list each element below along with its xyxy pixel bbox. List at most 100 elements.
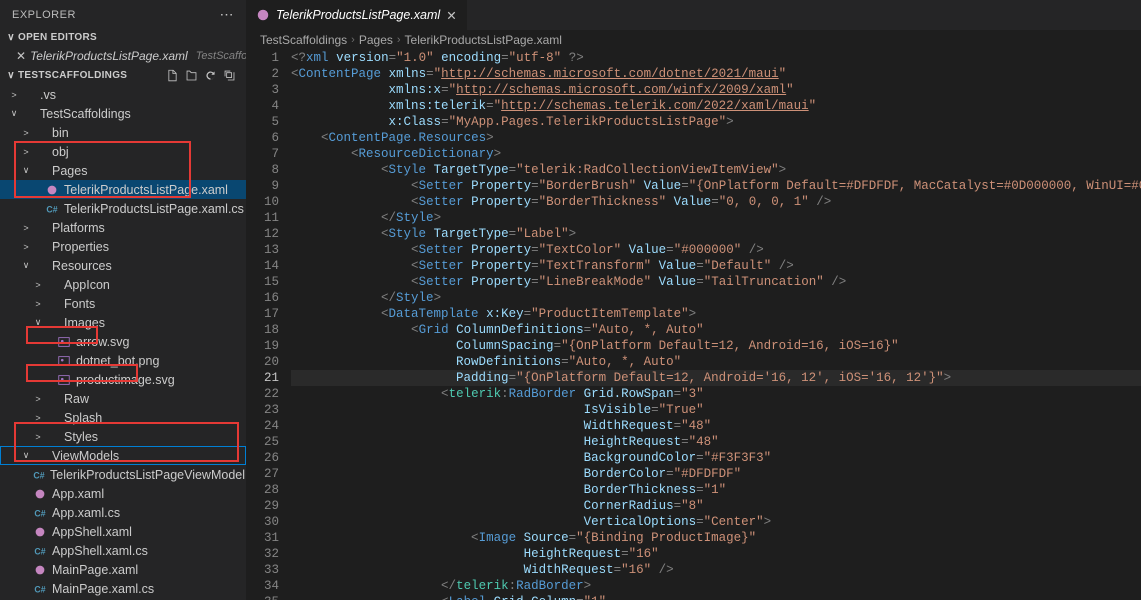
file-icon — [32, 487, 48, 501]
editor-area: TelerikProductsListPage.xaml ✕ TestScaff… — [246, 0, 1141, 600]
tree-item[interactable]: ∨ViewModels — [0, 446, 246, 465]
tree-item-label: Fonts — [64, 297, 95, 311]
tree-item[interactable]: arrow.svg — [0, 332, 246, 351]
tree-item[interactable]: C# TelerikProductsListPage.xaml.cs — [0, 199, 246, 218]
chevron-icon: ∨ — [20, 450, 32, 461]
tree-item-label: Platforms — [52, 221, 105, 235]
chevron-icon: ∨ — [32, 317, 44, 328]
close-icon[interactable]: ✕ — [16, 49, 26, 63]
chevron-icon: > — [32, 280, 44, 290]
chevron-icon: > — [32, 394, 44, 404]
tree-item-label: productimage.svg — [76, 373, 175, 387]
tree-item-label: App.xaml.cs — [52, 506, 120, 520]
tree-item[interactable]: C#AppShell.xaml.cs — [0, 541, 246, 560]
svg-text:C#: C# — [34, 584, 45, 594]
tree-item[interactable]: > AppIcon — [0, 275, 246, 294]
chevron-icon: > — [20, 223, 32, 233]
tree-item[interactable]: C# MainPage.xaml.cs — [0, 579, 246, 598]
tree-item[interactable]: App.xaml — [0, 484, 246, 503]
breadcrumb-separator: › — [397, 34, 401, 46]
tree-item[interactable]: dotnet_bot.png — [0, 351, 246, 370]
svg-text:C#: C# — [33, 470, 44, 480]
tree-item-label: obj — [52, 145, 69, 159]
new-file-icon[interactable] — [166, 69, 179, 82]
file-icon: C# — [44, 202, 60, 216]
tree-item-label: AppIcon — [64, 278, 110, 292]
tree-item[interactable]: ∨ Images — [0, 313, 246, 332]
chevron-down-icon: ∨ — [4, 32, 18, 43]
tree-item[interactable]: > Fonts — [0, 294, 246, 313]
tree-item-label: App.xaml — [52, 487, 104, 501]
tree-item[interactable]: productimage.svg — [0, 370, 246, 389]
tree-item-label: TestScaffoldings — [40, 107, 131, 121]
chevron-icon: > — [20, 242, 32, 252]
xaml-icon — [256, 8, 270, 22]
tree-item[interactable]: ∨ TestScaffoldings — [0, 104, 246, 123]
tree-item[interactable]: >.vs — [0, 85, 246, 104]
explorer-sidebar: EXPLORER ⋯ ∨ OPEN EDITORS ✕ TelerikProdu… — [0, 0, 246, 600]
chevron-icon: > — [20, 128, 32, 138]
code-editor[interactable]: 1234567891011121314151617181920212223242… — [246, 50, 1141, 600]
tree-item[interactable]: C# TelerikProductsListPageViewModel.cs — [0, 465, 246, 484]
svg-text:C#: C# — [34, 546, 45, 556]
tree-item[interactable]: > obj — [0, 142, 246, 161]
file-icon — [32, 563, 48, 577]
tree-item-label: MainPage.xaml — [52, 563, 138, 577]
breadcrumb[interactable]: TestScaffoldings › Pages › TelerikProductsLi… — [246, 30, 1141, 50]
project-header[interactable]: ∨ TESTSCAFFOLDINGS — [0, 66, 246, 85]
chevron-icon: ∨ — [8, 108, 20, 119]
open-editors-header[interactable]: ∨ OPEN EDITORS — [0, 29, 246, 46]
chevron-icon: > — [32, 299, 44, 309]
tree-item[interactable]: MainPage.xaml — [0, 560, 246, 579]
tree-item[interactable]: AppShell.xaml — [0, 522, 246, 541]
tree-item-label: AppShell.xaml — [52, 525, 132, 539]
tree-item[interactable]: > Raw — [0, 389, 246, 408]
breadcrumb-separator: › — [351, 34, 355, 46]
collapse-all-icon[interactable] — [223, 69, 236, 82]
more-icon[interactable]: ⋯ — [220, 6, 235, 23]
breadcrumb-segment[interactable]: TelerikProductsListPage.xaml — [405, 33, 562, 47]
tab-title: TelerikProductsListPage.xaml — [276, 8, 440, 22]
tree-item-label: TelerikProductsListPage.xaml.cs — [64, 202, 244, 216]
editor-tab[interactable]: TelerikProductsListPage.xaml ✕ — [246, 0, 468, 30]
tree-item-label: Splash — [64, 411, 102, 425]
breadcrumb-segment[interactable]: TestScaffoldings — [260, 33, 347, 47]
tree-item-label: bin — [52, 126, 69, 140]
tree-item-label: TelerikProductsListPage.xaml — [64, 183, 228, 197]
tree-item-label: MainPage.xaml.cs — [52, 582, 154, 596]
new-folder-icon[interactable] — [185, 69, 198, 82]
tree-item[interactable]: >Properties — [0, 237, 246, 256]
tree-item-label: Images — [64, 316, 105, 330]
svg-text:C#: C# — [34, 508, 45, 518]
file-icon — [32, 525, 48, 539]
file-icon — [56, 335, 72, 349]
tree-item[interactable]: ∨Resources — [0, 256, 246, 275]
tree-item[interactable]: ∨Pages — [0, 161, 246, 180]
line-gutter: 1234567891011121314151617181920212223242… — [246, 50, 291, 600]
tree-item[interactable]: > bin — [0, 123, 246, 142]
breadcrumb-segment[interactable]: Pages — [359, 33, 393, 47]
tree-item[interactable]: > Platforms — [0, 218, 246, 237]
chevron-icon: > — [32, 432, 44, 442]
tree-item[interactable]: C# App.xaml.cs — [0, 503, 246, 522]
chevron-icon: > — [32, 413, 44, 423]
code-content[interactable]: <?xml version="1.0" encoding="utf-8" ?><… — [291, 50, 1141, 600]
tree-item-label: dotnet_bot.png — [76, 354, 159, 368]
tree-item[interactable]: >Styles — [0, 427, 246, 446]
file-tree: >.vs ∨ TestScaffoldings > bin > obj ∨Pages Teler… — [0, 85, 246, 600]
svg-text:C#: C# — [46, 204, 57, 214]
file-icon: C# — [32, 468, 46, 482]
chevron-icon: > — [20, 147, 32, 157]
open-editor-item[interactable]: ✕ TelerikProductsListPage.xaml TestScaff… — [0, 46, 246, 66]
tree-item-label: Raw — [64, 392, 89, 406]
refresh-icon[interactable] — [204, 69, 217, 82]
close-icon[interactable]: ✕ — [446, 8, 456, 23]
tab-bar: TelerikProductsListPage.xaml ✕ — [246, 0, 1141, 30]
tree-item[interactable]: TelerikProductsListPage.xaml — [0, 180, 246, 199]
tree-item[interactable]: > Splash — [0, 408, 246, 427]
chevron-down-icon: ∨ — [4, 70, 18, 81]
project-actions — [166, 69, 242, 82]
open-editor-filename: TelerikProductsListPage.xaml — [30, 49, 188, 63]
tree-item-label: arrow.svg — [76, 335, 130, 349]
tree-item-label: TelerikProductsListPageViewModel.cs — [50, 468, 246, 482]
